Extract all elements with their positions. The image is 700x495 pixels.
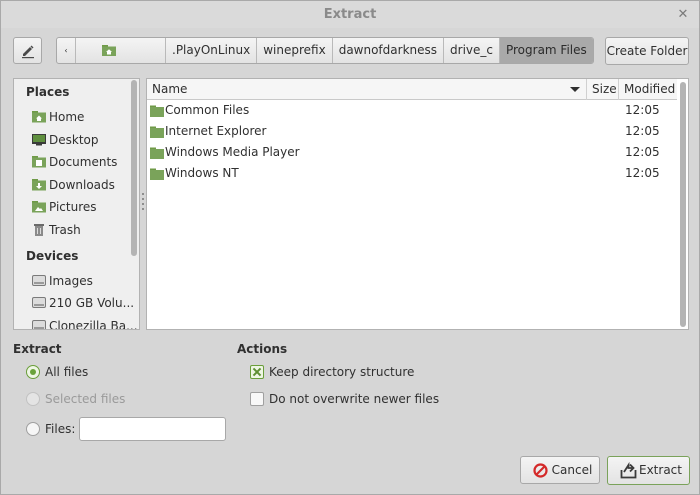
- sidebar-item-trash[interactable]: Trash: [32, 220, 132, 240]
- no-overwrite-label: Do not overwrite newer files: [269, 392, 440, 406]
- extract-label: Extract: [639, 463, 682, 477]
- edit-location-button[interactable]: [13, 37, 42, 64]
- title-bar: Extract ✕: [1, 1, 699, 28]
- no-overwrite-checkbox[interactable]: Do not overwrite newer files: [250, 391, 439, 409]
- file-modified: 12:05: [625, 145, 660, 159]
- sidebar-item-label: Home: [49, 110, 85, 124]
- files-pattern-input[interactable]: [79, 417, 226, 441]
- cancel-button[interactable]: Cancel: [520, 456, 600, 484]
- chevron-left-icon: ‹: [64, 46, 68, 55]
- window-title: Extract: [323, 7, 377, 22]
- trash-icon: [34, 224, 44, 236]
- sidebar-item-home[interactable]: Home: [32, 107, 132, 127]
- sidebar-item-device[interactable]: 210 GB Volu...: [32, 293, 135, 313]
- path-segment-home[interactable]: [75, 38, 165, 63]
- file-row[interactable]: Windows Media Player 12:05: [147, 142, 677, 163]
- checkbox-unchecked-icon: [250, 392, 264, 406]
- sort-descending-icon: [570, 87, 580, 92]
- selected-files-radio: Selected files: [26, 391, 156, 409]
- path-segment-current[interactable]: Program Files: [498, 38, 593, 63]
- sidebar-item-label: Documents: [49, 155, 118, 169]
- path-scroll-back-button[interactable]: ‹: [57, 38, 75, 63]
- file-name: Windows Media Player: [165, 145, 300, 159]
- close-icon[interactable]: ✕: [675, 1, 691, 28]
- extract-button[interactable]: Extract: [607, 456, 690, 485]
- all-files-radio[interactable]: All files: [26, 364, 146, 382]
- files-label: Files:: [45, 422, 76, 436]
- path-segment[interactable]: drive_c: [443, 38, 499, 63]
- documents-folder-icon: [32, 156, 46, 168]
- radio-unselected-icon: [26, 422, 40, 436]
- file-modified: 12:05: [625, 166, 660, 180]
- folder-icon: [150, 105, 164, 117]
- sidebar-item-label: Trash: [49, 223, 81, 237]
- sidebar-item-device[interactable]: Images: [32, 271, 132, 291]
- home-folder-icon: [102, 45, 116, 56]
- radio-disabled-icon: [26, 392, 40, 406]
- column-header-modified[interactable]: Modified: [619, 79, 677, 100]
- home-folder-icon: [32, 111, 46, 123]
- keep-directory-structure-checkbox[interactable]: Keep directory structure: [250, 364, 420, 382]
- folder-icon: [150, 126, 164, 138]
- keep-directory-structure-label: Keep directory structure: [269, 365, 415, 379]
- file-modified: 12:05: [625, 124, 660, 138]
- path-segment[interactable]: dawnofdarkness: [331, 38, 443, 63]
- pane-resize-handle[interactable]: [142, 193, 145, 215]
- sidebar-scrollbar[interactable]: [131, 80, 137, 256]
- pencil-icon: [22, 45, 34, 59]
- path-segment[interactable]: wineprefix: [256, 38, 331, 63]
- drive-icon: [32, 320, 46, 329]
- file-name: Common Files: [165, 103, 250, 117]
- file-name: Internet Explorer: [165, 124, 267, 138]
- all-files-label: All files: [45, 365, 89, 379]
- cancel-label: Cancel: [551, 463, 593, 477]
- radio-selected-icon: [26, 365, 40, 379]
- folder-icon: [150, 168, 164, 180]
- sidebar-item-label: 210 GB Volu...: [49, 296, 135, 310]
- sidebar-item-label: Desktop: [49, 133, 99, 147]
- devices-header: Devices: [26, 249, 79, 263]
- column-header-size[interactable]: Size: [587, 79, 619, 100]
- pictures-folder-icon: [32, 201, 46, 213]
- file-list-scrollbar[interactable]: [680, 82, 686, 327]
- column-header-name[interactable]: Name: [147, 79, 587, 100]
- extract-section-header: Extract: [13, 342, 62, 356]
- file-modified: 12:05: [625, 103, 660, 117]
- file-list: Name Size Modified Common Files 12:05 In…: [146, 78, 689, 330]
- sidebar-item-label: Downloads: [49, 178, 115, 192]
- sidebar-item-label: Pictures: [49, 200, 97, 214]
- sidebar-item-label: Images: [49, 274, 93, 288]
- places-header: Places: [26, 85, 70, 99]
- files-pattern-radio[interactable]: Files:: [26, 421, 76, 439]
- path-bar: ‹ .PlayOnLinux wineprefix dawnofdarkness…: [56, 37, 594, 64]
- extract-icon: [620, 462, 637, 479]
- extract-dialog: Extract ✕ ‹ .PlayOnLinux wineprefix dawn…: [0, 0, 700, 495]
- downloads-folder-icon: [32, 179, 46, 191]
- path-segment[interactable]: .PlayOnLinux: [165, 38, 256, 63]
- checkbox-checked-icon: [250, 365, 264, 379]
- create-folder-button[interactable]: Create Folder: [605, 37, 689, 65]
- desktop-icon: [32, 134, 46, 146]
- sidebar-item-desktop[interactable]: Desktop: [32, 130, 132, 150]
- cancel-icon: [533, 463, 548, 478]
- file-row[interactable]: Internet Explorer 12:05: [147, 121, 677, 142]
- sidebar-item-downloads[interactable]: Downloads: [32, 175, 132, 195]
- file-name: Windows NT: [165, 166, 239, 180]
- file-row[interactable]: Common Files 12:05: [147, 100, 677, 121]
- folder-icon: [150, 147, 164, 159]
- sidebar-item-device[interactable]: Clonezilla Ba...: [32, 316, 138, 329]
- actions-section-header: Actions: [237, 342, 288, 356]
- places-sidebar: Places Home Desktop Documents Downloads …: [13, 78, 140, 330]
- file-row[interactable]: Windows NT 12:05: [147, 163, 677, 184]
- drive-icon: [32, 297, 46, 308]
- sidebar-item-documents[interactable]: Documents: [32, 152, 132, 172]
- sidebar-item-pictures[interactable]: Pictures: [32, 197, 132, 217]
- drive-icon: [32, 275, 46, 286]
- sidebar-item-label: Clonezilla Ba...: [49, 319, 138, 330]
- selected-files-label: Selected files: [45, 392, 126, 406]
- file-list-header: Name Size Modified: [147, 79, 677, 100]
